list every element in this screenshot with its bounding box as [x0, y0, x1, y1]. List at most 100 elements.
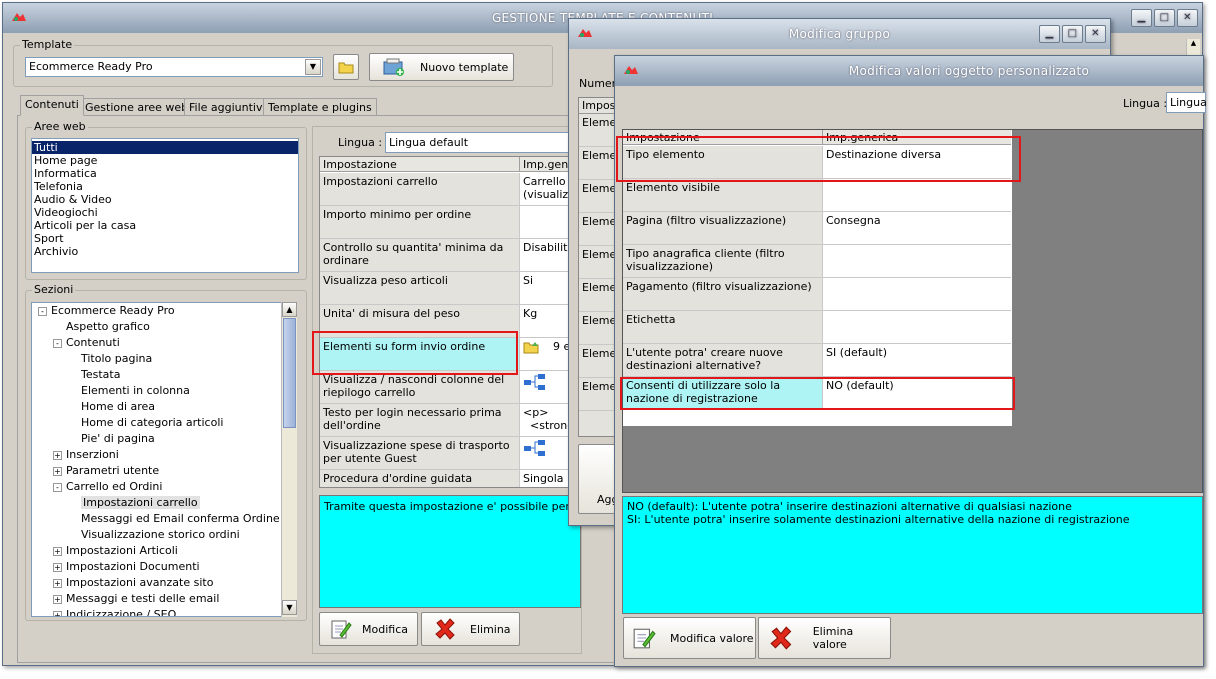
tree-item[interactable]: Aspetto grafico [32, 319, 296, 335]
grid-row-value-text: SI (default) [826, 346, 888, 359]
grid-row-value[interactable] [823, 311, 1011, 344]
aree-web-item[interactable]: Telefonia [32, 180, 298, 193]
aree-web-item[interactable]: Informatica [32, 167, 298, 180]
tab-template-plugins[interactable]: Template e plugins [263, 98, 377, 116]
aree-web-item[interactable]: Home page [32, 154, 298, 167]
tree-item[interactable]: - Carrello ed Ordini [32, 479, 296, 495]
group-list-item[interactable]: Elemen [579, 345, 617, 378]
group-list-item[interactable]: Elemen [579, 213, 617, 246]
tree-item[interactable]: - Contenuti [32, 335, 296, 351]
minimize-button[interactable]: ▁ [1131, 9, 1152, 27]
group-list-item[interactable]: Elemen [579, 378, 617, 411]
group-list-item[interactable]: Elemen [579, 147, 617, 180]
tree-item-label: Indicizzazione / SEO [66, 608, 177, 617]
expand-icon[interactable]: + [53, 610, 62, 616]
delete-icon [435, 618, 455, 640]
modifica-button[interactable]: Modifica [319, 612, 418, 646]
tree-item[interactable]: Messaggi ed Email conferma Ordine [32, 511, 296, 527]
new-template-button[interactable]: Nuovo template [369, 53, 514, 81]
tree-item[interactable]: Titolo pagina [32, 351, 296, 367]
tree-item-label: Impostazioni avanzate sito [66, 576, 214, 589]
group-minimize-button[interactable]: ▁ [1039, 25, 1060, 43]
group-close-button[interactable]: ✕ [1085, 25, 1106, 43]
scroll-thumb[interactable] [283, 318, 296, 428]
expand-icon[interactable]: + [53, 594, 62, 604]
scroll-down-button[interactable]: ▼ [282, 600, 297, 615]
group-list-item[interactable]: Elemen [579, 312, 617, 345]
red-marker-tipo-elemento [616, 136, 1021, 182]
tab-contenuti[interactable]: Contenuti [20, 95, 84, 116]
tree-item[interactable]: + Indicizzazione / SEO [32, 607, 296, 617]
tree-item[interactable]: Pie' di pagina [32, 431, 296, 447]
grid-row-value[interactable] [823, 278, 1011, 311]
tree-item[interactable]: + Impostazioni Documenti [32, 559, 296, 575]
tree-item-label: Impostazioni Documenti [66, 560, 200, 573]
modifica-valore-button[interactable]: Modifica valore [623, 617, 756, 659]
tree-item-label: Titolo pagina [81, 352, 153, 365]
tree-item[interactable]: + Impostazioni avanzate sito [32, 575, 296, 591]
elimina-label: Elimina [470, 622, 511, 636]
expand-icon[interactable]: + [53, 450, 62, 460]
tab-template-label: Template e plugins [268, 101, 372, 114]
tree-item[interactable]: Elementi in colonna [32, 383, 296, 399]
lingua-label: Lingua : [338, 136, 383, 149]
grid-row-value[interactable]: Consegna [823, 212, 1011, 245]
custom-lingua-select[interactable]: Lingua [1166, 92, 1207, 113]
tree-item[interactable]: Home di categoria articoli [32, 415, 296, 431]
template-select[interactable]: Ecommerce Ready Pro ▼ [25, 57, 323, 77]
aree-web-item[interactable]: Archivio [32, 245, 298, 258]
tree-item-label: Impostazioni carrello [81, 496, 200, 509]
grid-row-value[interactable]: SI (default) [823, 344, 1011, 377]
tree-item[interactable]: Home di area [32, 399, 296, 415]
group-list-item[interactable]: Elemen [579, 114, 617, 147]
collapse-icon[interactable]: - [38, 306, 47, 316]
expand-icon[interactable]: + [53, 562, 62, 572]
tree-item[interactable]: + Parametri utente [32, 463, 296, 479]
tree-item[interactable]: + Messaggi e testi delle email [32, 591, 296, 607]
chevron-down-icon[interactable]: ▼ [305, 59, 321, 75]
lingua-select[interactable]: Lingua default [385, 132, 585, 153]
expand-icon[interactable]: + [53, 466, 62, 476]
group-list: ImpostElemenElemenElemenElemenElemenElem… [578, 97, 618, 437]
elimina-button[interactable]: Elimina [421, 612, 520, 646]
custom-description: NO (default): L'utente potra' inserire d… [622, 496, 1203, 614]
aree-web-list[interactable]: Tutti Home page Informatica Telefonia Audio … [31, 138, 299, 273]
tree-item[interactable]: Visualizzazione storico ordini [32, 527, 296, 543]
tree-item[interactable]: - Ecommerce Ready Pro [32, 303, 296, 319]
tree-item[interactable]: Impostazioni carrello [32, 495, 296, 511]
tab-file-aggiuntivi[interactable]: File aggiuntivi [184, 98, 271, 116]
group-list-item[interactable]: Elemen [579, 279, 617, 312]
maximize-button[interactable]: □ [1154, 9, 1175, 27]
tab-gestione-aree-web[interactable]: Gestione aree web [80, 98, 194, 116]
open-folder-button[interactable] [333, 54, 359, 80]
collapse-icon[interactable]: - [53, 338, 62, 348]
tree-item[interactable]: + Inserzioni [32, 447, 296, 463]
group-list-item[interactable]: Elemen [579, 180, 617, 213]
close-button[interactable]: ✕ [1177, 9, 1198, 27]
tree-item-label: Pie' di pagina [81, 432, 155, 445]
elimina-valore-button[interactable]: Elimina valore [758, 617, 891, 659]
collapse-icon[interactable]: - [53, 482, 62, 492]
aree-web-item[interactable]: Articoli per la casa [32, 219, 298, 232]
aree-web-item[interactable]: Videogiochi [32, 206, 298, 219]
grid-row-value[interactable] [823, 179, 1011, 212]
tree-item[interactable]: + Impostazioni Articoli [32, 543, 296, 559]
sezioni-scrollbar[interactable]: ▲ ▼ [281, 302, 297, 617]
group-maximize-button[interactable]: □ [1062, 25, 1083, 43]
sezioni-tree[interactable]: - Ecommerce Ready Pro Aspetto grafico - Cont… [31, 302, 297, 617]
aree-web-item[interactable]: Audio & Video [32, 193, 298, 206]
group-add-button[interactable]: Agg [578, 444, 619, 514]
group-list-item[interactable]: Elemen [579, 246, 617, 279]
expand-icon[interactable]: + [53, 546, 62, 556]
aree-web-item[interactable]: Sport [32, 232, 298, 245]
tree-item-label: Impostazioni Articoli [66, 544, 178, 557]
tree-item-label: Testata [81, 368, 121, 381]
grid-row-key: Impostazioni carrello [320, 173, 520, 206]
tree-item[interactable]: Testata [32, 367, 296, 383]
aree-web-item[interactable]: Tutti [32, 141, 298, 154]
grid-row-value[interactable] [823, 245, 1011, 278]
grid-row-key: Visualizza / nascondi colonne del riepil… [320, 371, 520, 404]
tree-item-label: Carrello ed Ordini [66, 480, 163, 493]
scroll-up-button[interactable]: ▲ [282, 302, 297, 317]
expand-icon[interactable]: + [53, 578, 62, 588]
